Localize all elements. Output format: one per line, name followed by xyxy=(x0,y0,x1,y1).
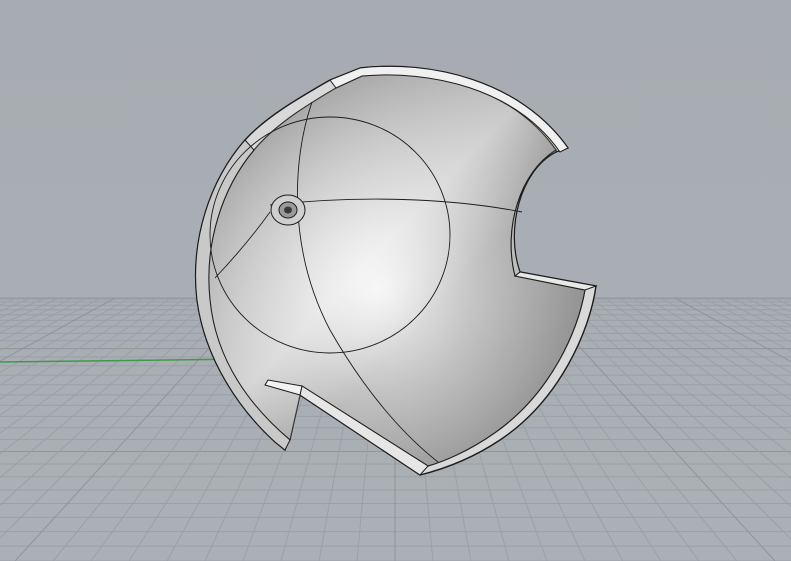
pole-center xyxy=(284,206,292,214)
viewport-canvas[interactable] xyxy=(0,0,791,561)
perspective-viewport[interactable] xyxy=(0,0,791,561)
